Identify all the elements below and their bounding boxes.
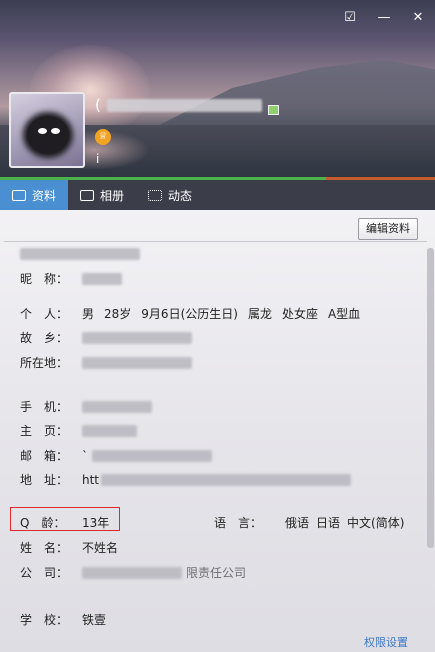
- address-redacted: [101, 473, 352, 486]
- homepage-row: 主 页：: [20, 422, 137, 439]
- company-label: 公 司：: [20, 566, 69, 580]
- close-icon[interactable]: ✕: [411, 10, 425, 25]
- nickname-redacted: [82, 272, 122, 285]
- hometown-row: 故 乡：: [20, 329, 192, 346]
- avatar-eye-right: [51, 128, 60, 134]
- school-row: 学 校： 铁壹: [20, 611, 106, 628]
- qage-row: Q 龄： 13年: [20, 514, 109, 531]
- shirt-icon[interactable]: ☑: [343, 10, 357, 25]
- birthday-value: 9月6日(公历生日): [141, 307, 238, 321]
- age-value: 28岁: [104, 307, 132, 321]
- personal-row: 个 人： 男 28岁 9月6日(公历生日) 属龙 处女座 A型血: [20, 305, 360, 322]
- company-row: 公 司： 限责任公司: [20, 564, 246, 581]
- feed-icon: [148, 189, 163, 201]
- school-label: 学 校：: [20, 613, 69, 627]
- gender-value: 男: [82, 307, 95, 321]
- photo-icon: [80, 189, 95, 201]
- email-label: 邮 箱：: [20, 449, 69, 463]
- language-chinese: 中文(简体): [347, 516, 405, 530]
- profile-banner: ☑ — ✕ ( ♕ i: [0, 0, 435, 178]
- redacted-text: [20, 248, 140, 260]
- hometown-label: 故 乡：: [20, 331, 69, 345]
- name-prefix: (: [95, 96, 101, 114]
- avatar-creature: [27, 116, 69, 154]
- tab-feed[interactable]: 动态: [136, 180, 204, 210]
- profile-window: ☑ — ✕ ( ♕ i 资料 相册 动态 编辑资料 昵 称： 个 人： 男 28…: [0, 0, 435, 652]
- qage-label: Q 龄：: [20, 516, 66, 530]
- zodiac-value: 属龙: [247, 307, 272, 321]
- tab-feed-label: 动态: [168, 188, 193, 203]
- hometown-redacted: [82, 331, 192, 344]
- blood-type-value: A型血: [327, 307, 361, 321]
- realname-row: 姓 名： 不姓名: [20, 539, 118, 556]
- level-crown-icon[interactable]: ♕: [95, 129, 111, 145]
- profile-name-redacted: [106, 98, 262, 112]
- language-japanese: 日语: [316, 516, 341, 530]
- address-row: 地 址： htt: [20, 471, 352, 488]
- content-divider: [4, 241, 427, 242]
- address-value: htt: [82, 472, 100, 487]
- profile-card-icon: [12, 189, 26, 201]
- profile-tabs: 资料 相册 动态: [0, 180, 435, 210]
- window-controls: ☑ — ✕: [343, 10, 425, 25]
- language-label: 语 言：: [214, 516, 263, 530]
- location-row: 所在地：: [20, 354, 192, 371]
- email-value: `: [82, 448, 88, 463]
- qage-value: 13年: [82, 516, 110, 530]
- phone-row: 手 机：: [20, 398, 152, 415]
- phone-redacted: [82, 400, 152, 413]
- permission-settings-link[interactable]: 权限设置: [364, 634, 408, 650]
- edit-profile-button[interactable]: 编辑资料: [358, 218, 418, 240]
- email-row: 邮 箱： `: [20, 447, 212, 464]
- redacted-header-row: [20, 248, 140, 260]
- tab-album[interactable]: 相册: [68, 180, 136, 210]
- location-redacted: [82, 356, 192, 369]
- address-label: 地 址：: [20, 473, 69, 487]
- profile-content: 编辑资料 昵 称： 个 人： 男 28岁 9月6日(公历生日) 属龙 处女座 A…: [0, 210, 435, 652]
- profile-name-row: (: [95, 95, 279, 115]
- language-russian: 俄语: [285, 516, 310, 530]
- status-icon[interactable]: [267, 105, 279, 115]
- minimize-icon[interactable]: —: [377, 10, 391, 25]
- company-value: 限责任公司: [186, 566, 247, 580]
- personal-label: 个 人：: [20, 307, 69, 321]
- nickname-row: 昵 称：: [20, 270, 122, 287]
- star-sign-value: 处女座: [281, 307, 318, 321]
- realname-value: 不姓名: [82, 541, 119, 555]
- info-icon[interactable]: i: [96, 152, 99, 166]
- tab-profile-label: 资料: [32, 188, 57, 203]
- language-row: 语 言： 俄语 日语 中文(简体): [214, 514, 404, 531]
- avatar[interactable]: [9, 92, 85, 168]
- nickname-label: 昵 称：: [20, 272, 69, 286]
- email-redacted: [92, 449, 212, 462]
- realname-label: 姓 名：: [20, 541, 69, 555]
- homepage-redacted: [82, 424, 137, 437]
- location-label: 所在地：: [20, 356, 69, 370]
- tab-album-label: 相册: [100, 188, 125, 203]
- tab-profile[interactable]: 资料: [0, 180, 69, 210]
- avatar-eye-left: [38, 128, 47, 134]
- school-value: 铁壹: [82, 613, 107, 627]
- company-redacted: [82, 566, 182, 579]
- phone-label: 手 机：: [20, 400, 69, 414]
- homepage-label: 主 页：: [20, 424, 69, 438]
- personal-values: 男 28岁 9月6日(公历生日) 属龙 处女座 A型血: [82, 305, 360, 322]
- scrollbar[interactable]: [427, 248, 434, 548]
